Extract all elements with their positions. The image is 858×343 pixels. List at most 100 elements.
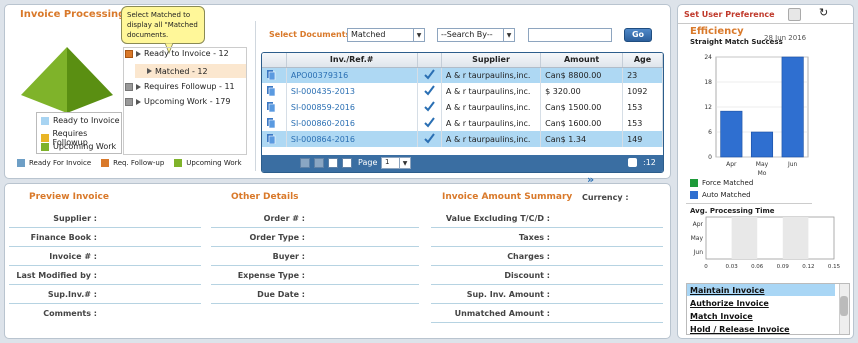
avg-processing-chart: 0 0.03 0.06 0.09 0.12 0.15 Apr May Jun — [691, 216, 841, 270]
search-input[interactable] — [528, 28, 612, 42]
go-button[interactable]: Go — [624, 28, 652, 42]
tree-item-matched[interactable]: Matched - 12 — [135, 64, 246, 78]
divider — [255, 21, 256, 171]
legend-swatch — [41, 134, 49, 142]
pyramid-icon[interactable] — [19, 45, 115, 115]
date-label: 28 Jun 2016 — [764, 34, 807, 42]
expand-icon[interactable] — [125, 82, 133, 91]
prev-page-icon[interactable] — [314, 158, 324, 168]
invoice-ref-link[interactable]: SI-000435-2013 — [286, 83, 418, 99]
legend-swatch — [41, 116, 49, 125]
field-line — [431, 246, 663, 247]
x-tick-label: 0.15 — [828, 264, 841, 270]
arrow-right-icon — [147, 68, 152, 74]
tree-item-upcoming[interactable]: Upcoming Work - 179 — [125, 97, 230, 106]
header-check-col — [417, 53, 442, 68]
legend-swatch — [41, 142, 49, 151]
amount-cell: Can$ 1500.00 — [540, 99, 624, 115]
table-row[interactable]: SI-000859-2016 A & r taurpaulins,inc. Can$… — [262, 99, 663, 115]
scrollbar-thumb[interactable] — [840, 296, 848, 316]
table-row[interactable]: SI-000435-2013 A & r taurpaulins,inc. $ 32… — [262, 83, 663, 99]
invoice-ref-link[interactable]: SI-000860-2016 — [286, 115, 418, 131]
header-age[interactable]: Age — [622, 53, 663, 68]
invoice-ref-link[interactable]: APO00379316 — [286, 67, 418, 83]
preview-panel: Preview Invoice Other Details Invoice Am… — [4, 183, 671, 339]
document-icon[interactable] — [262, 131, 287, 147]
bar — [720, 110, 743, 158]
summary-field-label: Sup. Inv. Amount : — [466, 290, 550, 299]
header-amount[interactable]: Amount — [540, 53, 624, 68]
y-tick-label: 24 — [704, 54, 712, 61]
field-line — [9, 227, 201, 228]
page-select[interactable]: 1 ▼ — [381, 157, 411, 169]
summary-field-label: Unmatched Amount : — [454, 309, 550, 318]
x-axis-label: Mo — [758, 170, 767, 177]
arrow-right-icon — [136, 98, 141, 105]
tree-label: Requires Followup - 11 — [144, 82, 235, 91]
other-details-title: Other Details — [231, 192, 299, 202]
divider — [686, 203, 812, 204]
last-page-icon[interactable] — [342, 158, 352, 168]
invoice-processing-title: Invoice Processing — [20, 9, 126, 20]
link-authorize-invoice[interactable]: Authorize Invoice — [690, 299, 769, 308]
page-label: Page — [358, 158, 378, 167]
page-value: 1 — [385, 158, 390, 166]
table-row[interactable]: APO00379316 A & r taurpaulins,inc. Can$ 88… — [262, 67, 663, 83]
supplier-cell: A & r taurpaulins,inc. — [441, 83, 542, 99]
document-icon[interactable] — [262, 99, 287, 115]
link-maintain-invoice[interactable]: Maintain Invoice — [690, 286, 765, 295]
preview-field-label: Last Modified by : — [16, 271, 97, 280]
y-tick-label: 18 — [704, 79, 712, 86]
table-body: APO00379316 A & r taurpaulins,inc. Can$ 88… — [262, 67, 663, 167]
y-tick-label: May — [691, 235, 704, 242]
collapse-icon[interactable] — [125, 49, 133, 58]
age-cell: 1092 — [622, 83, 663, 99]
supplier-cell: A & r taurpaulins,inc. — [441, 99, 542, 115]
table-row[interactable]: SI-000864-2016 A & r taurpaulins,inc. Can$… — [262, 131, 663, 147]
document-icon[interactable] — [262, 83, 287, 99]
invoice-ref-link[interactable]: SI-000864-2016 — [286, 131, 418, 147]
documents-select[interactable]: Matched ▼ — [347, 28, 425, 42]
preview-field-label: Comments : — [43, 309, 97, 318]
grid-menu-icon[interactable] — [628, 158, 637, 167]
x-tick-label: 0 — [704, 264, 708, 270]
header-ref[interactable]: Inv./Ref.# — [286, 53, 418, 68]
amount-cell: Can$ 1600.00 — [540, 115, 624, 131]
age-cell: 153 — [622, 115, 663, 131]
invoice-processing-panel: Invoice Processing Ready to Invoice Requ… — [4, 4, 671, 186]
document-icon[interactable] — [262, 67, 287, 83]
legend-label: Auto Matched — [702, 191, 751, 199]
arrow-right-icon — [136, 83, 141, 90]
record-count: :12 — [643, 158, 656, 167]
legend-force-matched: Force Matched — [690, 179, 753, 187]
avg-processing-title: Avg. Processing Time — [690, 207, 775, 215]
supplier-cell: A & r taurpaulins,inc. — [441, 67, 542, 83]
invoice-ref-link[interactable]: SI-000859-2016 — [286, 99, 418, 115]
link-match-invoice[interactable]: Match Invoice — [690, 312, 753, 321]
checkmark-icon — [417, 83, 442, 99]
first-page-icon[interactable] — [300, 158, 310, 168]
preview-field-label: Invoice # : — [49, 252, 97, 261]
grid-band — [731, 217, 758, 259]
tree-item-ready[interactable]: Ready to Invoice - 12 — [125, 49, 229, 58]
tree-item-followup[interactable]: Requires Followup - 11 — [125, 82, 235, 91]
refresh-icon[interactable]: ↻ — [819, 6, 828, 19]
y-tick-label: Apr — [693, 221, 704, 228]
header-supplier[interactable]: Supplier — [441, 53, 542, 68]
next-page-icon[interactable] — [328, 158, 338, 168]
document-icon[interactable] — [262, 115, 287, 131]
checkmark-icon — [417, 115, 442, 131]
expand-icon[interactable] — [125, 97, 133, 106]
link-hold-release-invoice[interactable]: Hold / Release Invoice — [690, 325, 790, 334]
tooltip: Select Matched to display all "Matched d… — [121, 6, 205, 44]
user-settings-icon[interactable] — [788, 8, 801, 21]
y-tick-label: 0 — [708, 154, 712, 161]
table-row[interactable]: SI-000860-2016 A & r taurpaulins,inc. Can$… — [262, 115, 663, 131]
other-field-label: Expense Type : — [237, 271, 305, 280]
set-user-preference-link[interactable]: Set User Preference — [684, 10, 775, 19]
search-by-select[interactable]: --Search By-- ▼ — [437, 28, 515, 42]
summary-field-label: Charges : — [507, 252, 550, 261]
legend-label: Ready For Invoice — [29, 159, 92, 167]
preview-field-label: Finance Book : — [30, 233, 97, 242]
age-cell: 149 — [622, 131, 663, 147]
